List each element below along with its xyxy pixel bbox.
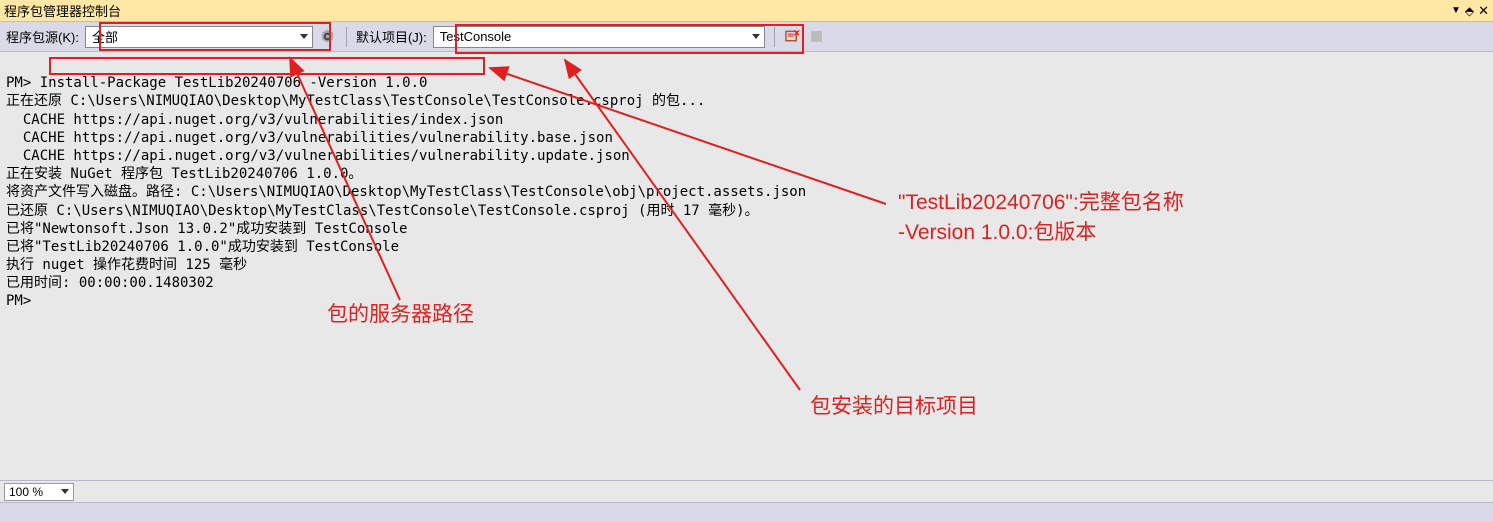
close-icon[interactable]: ✕: [1478, 3, 1489, 19]
gear-icon[interactable]: [319, 28, 337, 46]
console-line: PM> Install-Package TestLib20240706 -Ver…: [6, 75, 427, 91]
title-bar-icons: ▼ ⬘ ✕: [1451, 3, 1489, 19]
package-source-label: 程序包源(K):: [6, 27, 79, 46]
clear-console-icon[interactable]: [784, 28, 802, 46]
zoom-bar: 100 %: [0, 480, 1493, 502]
zoom-value: 100 %: [9, 485, 43, 499]
console-line: 正在还原 C:\Users\NIMUQIAO\Desktop\MyTestCla…: [6, 93, 705, 109]
window-title: 程序包管理器控制台: [4, 1, 121, 20]
console-output[interactable]: PM> Install-Package TestLib20240706 -Ver…: [0, 52, 1493, 480]
status-bar: [0, 502, 1493, 522]
title-bar: 程序包管理器控制台 ▼ ⬘ ✕: [0, 0, 1493, 22]
console-line: 执行 nuget 操作花费时间 125 毫秒: [6, 257, 247, 273]
console-line: 正在安装 NuGet 程序包 TestLib20240706 1.0.0。: [6, 166, 362, 182]
default-project-label: 默认项目(J):: [356, 27, 427, 46]
console-line: 已用时间: 00:00:00.1480302: [6, 275, 214, 291]
console-line: 将资产文件写入磁盘。路径: C:\Users\NIMUQIAO\Desktop\…: [6, 184, 806, 200]
toolbar: 程序包源(K): 全部 默认项目(J): TestConsole: [0, 22, 1493, 52]
chevron-down-icon: [752, 34, 760, 39]
stop-icon[interactable]: [808, 28, 826, 46]
toolbar-separator: [774, 27, 775, 47]
console-line: CACHE https://api.nuget.org/v3/vulnerabi…: [6, 130, 613, 146]
console-line: 已将"TestLib20240706 1.0.0"成功安装到 TestConso…: [6, 239, 399, 255]
console-line: PM>: [6, 293, 40, 309]
default-project-dropdown[interactable]: TestConsole: [433, 26, 765, 48]
default-project-value: TestConsole: [440, 29, 512, 44]
chevron-down-icon: [61, 489, 69, 494]
package-source-value: 全部: [92, 27, 118, 46]
console-line: CACHE https://api.nuget.org/v3/vulnerabi…: [6, 112, 503, 128]
console-line: CACHE https://api.nuget.org/v3/vulnerabi…: [6, 148, 630, 164]
toolbar-separator: [346, 27, 347, 47]
pin-icon[interactable]: ⬘: [1465, 4, 1474, 18]
dropdown-icon[interactable]: ▼: [1451, 5, 1461, 16]
console-line: 已将"Newtonsoft.Json 13.0.2"成功安装到 TestCons…: [6, 221, 407, 237]
chevron-down-icon: [300, 34, 308, 39]
zoom-dropdown[interactable]: 100 %: [4, 483, 74, 501]
console-line: 已还原 C:\Users\NIMUQIAO\Desktop\MyTestClas…: [6, 203, 759, 219]
package-source-dropdown[interactable]: 全部: [85, 26, 313, 48]
